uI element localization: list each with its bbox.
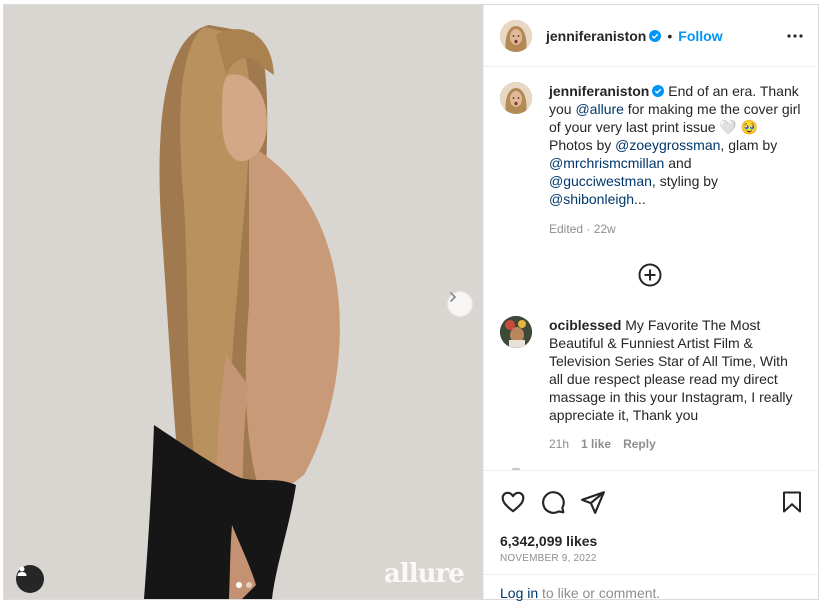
verified-icon: [652, 85, 665, 97]
caption-text-part: and: [664, 155, 692, 171]
instagram-post-modal: allure jenniferaniston • Follow jennifer…: [3, 4, 819, 601]
comment-item: ociblessed My Favorite The Most Beautifu…: [500, 316, 810, 453]
allure-watermark: allure: [384, 559, 465, 589]
comment-meta: 21h 1 like Reply: [549, 435, 801, 453]
comment-likes[interactable]: 1 like: [581, 435, 611, 453]
carousel-dot: [246, 582, 252, 588]
more-options-icon[interactable]: [786, 27, 804, 45]
commenter-avatar[interactable]: [500, 316, 532, 348]
post-caption: jenniferaniston End of an era. Thank you…: [500, 82, 810, 238]
load-more-comments-icon[interactable]: [636, 261, 664, 289]
likes-count[interactable]: 6,342,099 likes: [500, 533, 597, 549]
header-separator: •: [667, 27, 673, 44]
next-slide-button[interactable]: [447, 291, 473, 317]
caption-text: jenniferaniston End of an era. Thank you…: [549, 82, 801, 238]
caption-username[interactable]: jenniferaniston: [549, 83, 649, 99]
post-header: jenniferaniston • Follow: [484, 5, 818, 67]
commenter-username[interactable]: ociblessed: [549, 317, 621, 333]
action-icons: [500, 489, 810, 517]
caption-meta: Edited · 22w: [549, 222, 616, 236]
chevron-right-icon: [450, 292, 457, 302]
post-actions: 6,342,099 likes NOVEMBER 9, 2022 Log in …: [484, 470, 818, 601]
comment-icon[interactable]: [540, 489, 566, 515]
mention-link[interactable]: @allure: [575, 101, 623, 117]
post-media: allure: [4, 5, 483, 599]
carousel-indicator: [236, 582, 252, 588]
comment-body: ociblessed My Favorite The Most Beautifu…: [549, 316, 801, 453]
caption-avatar[interactable]: [500, 82, 532, 114]
reply-button[interactable]: Reply: [623, 435, 656, 453]
mention-link[interactable]: @gucciwestman: [549, 173, 652, 189]
follow-button[interactable]: Follow: [678, 28, 722, 44]
avatar-icon: [500, 19, 532, 52]
login-prompt: Log in to like or comment.: [484, 574, 818, 601]
caption-text-part: , styling by: [651, 173, 719, 189]
login-link[interactable]: Log in: [500, 585, 538, 601]
carousel-dot-active: [236, 582, 242, 588]
login-prompt-text: to like or comment.: [538, 585, 661, 601]
mention-link[interactable]: @zoeygrossman: [615, 137, 720, 153]
author-avatar[interactable]: [500, 19, 532, 52]
post-side-panel: jenniferaniston • Follow jenniferaniston…: [483, 5, 818, 601]
comment-time[interactable]: 21h: [549, 435, 569, 453]
comments-scroll-area[interactable]: jenniferaniston End of an era. Thank you…: [484, 68, 818, 470]
caption-text-part: ...: [634, 191, 646, 207]
avatar-icon: [500, 82, 532, 114]
heart-icon[interactable]: [500, 489, 526, 515]
post-date: NOVEMBER 9, 2022: [500, 553, 597, 564]
tagged-users-button[interactable]: [16, 565, 44, 593]
share-icon[interactable]: [580, 489, 606, 515]
user-icon: [17, 566, 27, 576]
mention-link[interactable]: @shibonleigh: [549, 191, 634, 207]
caption-text-part: , glam by: [720, 137, 778, 153]
post-photo: [4, 5, 483, 599]
mention-link[interactable]: @mrchrismcmillan: [549, 155, 664, 171]
save-icon[interactable]: [780, 489, 804, 515]
avatar-icon: [500, 316, 532, 348]
author-username[interactable]: jenniferaniston: [546, 28, 646, 44]
verified-icon: [649, 29, 662, 42]
